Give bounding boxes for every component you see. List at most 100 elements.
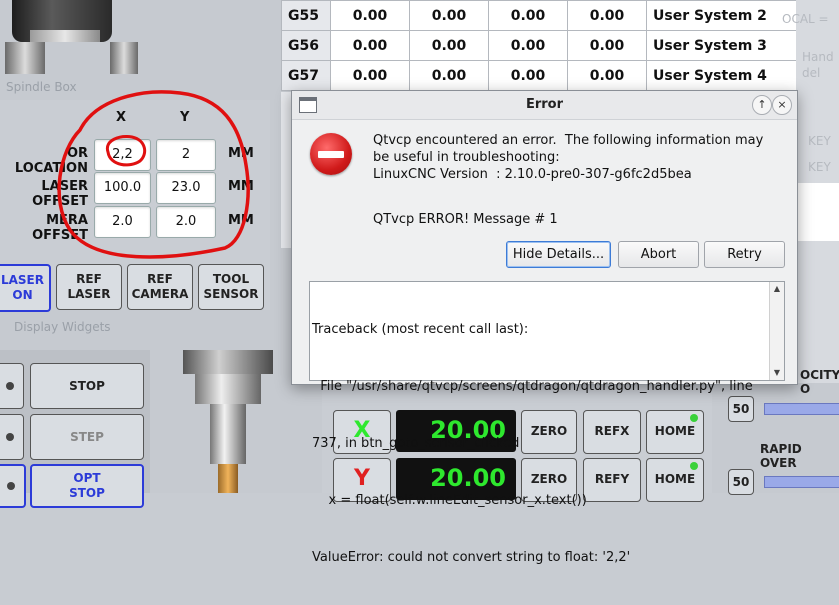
- faded-text: del: [802, 66, 821, 80]
- led-indicator: [6, 433, 14, 441]
- side-button[interactable]: [0, 464, 26, 508]
- value-cell: 0.00: [409, 30, 489, 61]
- dialog-titlebar[interactable]: Error ↑ ×: [292, 91, 797, 120]
- tool-holder-image: [183, 350, 273, 374]
- button-line: REF: [76, 272, 102, 286]
- spindle-nut-image: [30, 30, 100, 42]
- button-label: STOP: [69, 378, 105, 393]
- tool-bit-image: [218, 464, 238, 493]
- camera-offset-label: MERA OFFSET: [32, 213, 88, 243]
- sensor-location-label: OR LOCATION: [14, 146, 88, 176]
- laser-on-button[interactable]: LASER ON: [0, 264, 51, 312]
- table-row[interactable]: G55 0.00 0.00 0.00 0.00 User System 2: [281, 0, 820, 31]
- button-line: REF: [147, 272, 173, 286]
- side-button[interactable]: [0, 363, 24, 409]
- button-line: STOP: [69, 486, 105, 500]
- faded-text: KEY: [808, 134, 831, 148]
- button-line: LASER: [0, 273, 44, 287]
- tool-shank-image: [210, 404, 246, 464]
- value-cell: 0.00: [330, 0, 410, 31]
- led-indicator: [6, 382, 14, 390]
- button-line: LASER: [67, 287, 111, 301]
- name-cell: User System 3: [646, 30, 820, 61]
- value-cell: 0.00: [567, 0, 647, 31]
- camera-y-input[interactable]: 2.0: [156, 206, 216, 238]
- value-cell: 0.00: [409, 60, 489, 91]
- opt-stop-button[interactable]: OPT STOP: [30, 464, 144, 508]
- y-header: Y: [180, 110, 190, 125]
- message-line: LinuxCNC Version : 2.10.0-pre0-307-g6fc2…: [373, 167, 692, 182]
- scroll-up-icon[interactable]: ▲: [770, 282, 784, 296]
- error-stop-icon: [310, 133, 352, 175]
- button-line: SENSOR: [203, 287, 259, 301]
- laser-y-input[interactable]: 23.0: [156, 172, 216, 204]
- velocity-label: OCITY O: [800, 368, 839, 396]
- retry-button[interactable]: Retry: [704, 241, 785, 268]
- rapid-slider[interactable]: [764, 476, 839, 488]
- message-line: be useful in troubleshooting:: [373, 150, 560, 165]
- stop-button[interactable]: STOP: [30, 363, 144, 409]
- value-cell: 0.00: [488, 30, 568, 61]
- value-cell: 0.00: [488, 60, 568, 91]
- traceback-line: 737, in btn_goto_sensor_clicked: [312, 436, 520, 451]
- traceback-text: Traceback (most recent call last): File …: [312, 282, 764, 605]
- hide-details-button[interactable]: Hide Details...: [506, 241, 611, 268]
- laser-offset-label: LASER OFFSET: [32, 179, 88, 209]
- laser-x-input[interactable]: 100.0: [94, 172, 151, 204]
- sensor-x-input[interactable]: 2,2: [94, 139, 151, 171]
- button-line: OPT: [73, 471, 101, 485]
- offsets-grid: G55 0.00 0.00 0.00 0.00 User System 2 G5…: [281, 0, 820, 91]
- faded-text: OCAL =: [782, 12, 829, 26]
- sensor-display: [796, 183, 839, 241]
- unit-label: MM: [228, 213, 254, 228]
- ref-laser-button[interactable]: REF LASER: [56, 264, 122, 310]
- details-scrollbar[interactable]: ▲ ▼: [769, 282, 784, 380]
- value-cell: 0.00: [567, 30, 647, 61]
- faded-label: Display Widgets: [14, 320, 111, 334]
- g-code-cell: G57: [281, 60, 331, 91]
- button-line: TOOL: [212, 272, 250, 286]
- tool-sensor-button[interactable]: TOOL SENSOR: [198, 264, 264, 310]
- x-header: X: [116, 110, 127, 125]
- velocity-slider[interactable]: [764, 403, 839, 415]
- value-cell: 0.00: [330, 60, 410, 91]
- abort-button[interactable]: Abort: [618, 241, 699, 268]
- g-code-cell: G56: [281, 30, 331, 61]
- unit-label: MM: [228, 179, 254, 194]
- tool-collet-image: [195, 374, 261, 404]
- rapid-label: RAPID OVER: [760, 442, 802, 470]
- offsets-table: G55 0.00 0.00 0.00 0.00 User System 2 G5…: [281, 0, 839, 91]
- ref-camera-button[interactable]: REF CAMERA: [127, 264, 193, 310]
- maximize-icon[interactable]: ↑: [752, 95, 772, 115]
- table-row[interactable]: G56 0.00 0.00 0.00 0.00 User System 3: [281, 30, 820, 61]
- scroll-down-icon[interactable]: ▼: [770, 366, 784, 380]
- button-line: CAMERA: [131, 287, 189, 301]
- button-line: ON: [12, 288, 33, 302]
- sensor-y-input[interactable]: 2: [156, 139, 216, 171]
- spindle-nose-image-2: [110, 42, 138, 74]
- close-icon[interactable]: ×: [772, 95, 792, 115]
- traceback-line: File "/usr/share/qtvcp/screens/qtdragon/…: [312, 379, 753, 394]
- name-cell: User System 4: [646, 60, 820, 91]
- value-cell: 0.00: [567, 60, 647, 91]
- faded-label: Spindle Box: [6, 80, 77, 94]
- unit-label: MM: [228, 146, 254, 161]
- button-label: STEP: [70, 429, 104, 444]
- camera-x-input[interactable]: 2.0: [94, 206, 151, 238]
- dialog-title: Error: [525, 97, 564, 112]
- faded-text: Hand: [802, 50, 834, 64]
- value-cell: 0.00: [488, 0, 568, 31]
- spindle-nose-image: [5, 42, 45, 74]
- error-message: QTvcp ERROR! Message # 1: [373, 212, 558, 227]
- traceback-line: Traceback (most recent call last):: [312, 322, 529, 337]
- details-textbox[interactable]: Traceback (most recent call last): File …: [309, 281, 785, 565]
- step-button[interactable]: STEP: [30, 414, 144, 460]
- table-row[interactable]: G57 0.00 0.00 0.00 0.00 User System 4: [281, 60, 820, 91]
- g-code-cell: G55: [281, 0, 331, 31]
- value-cell: 0.00: [409, 0, 489, 31]
- traceback-line: ValueError: could not convert string to …: [312, 550, 631, 565]
- value-cell: 0.00: [330, 30, 410, 61]
- faded-text: KEY: [808, 160, 831, 174]
- led-indicator: [7, 482, 15, 490]
- side-button[interactable]: [0, 414, 24, 460]
